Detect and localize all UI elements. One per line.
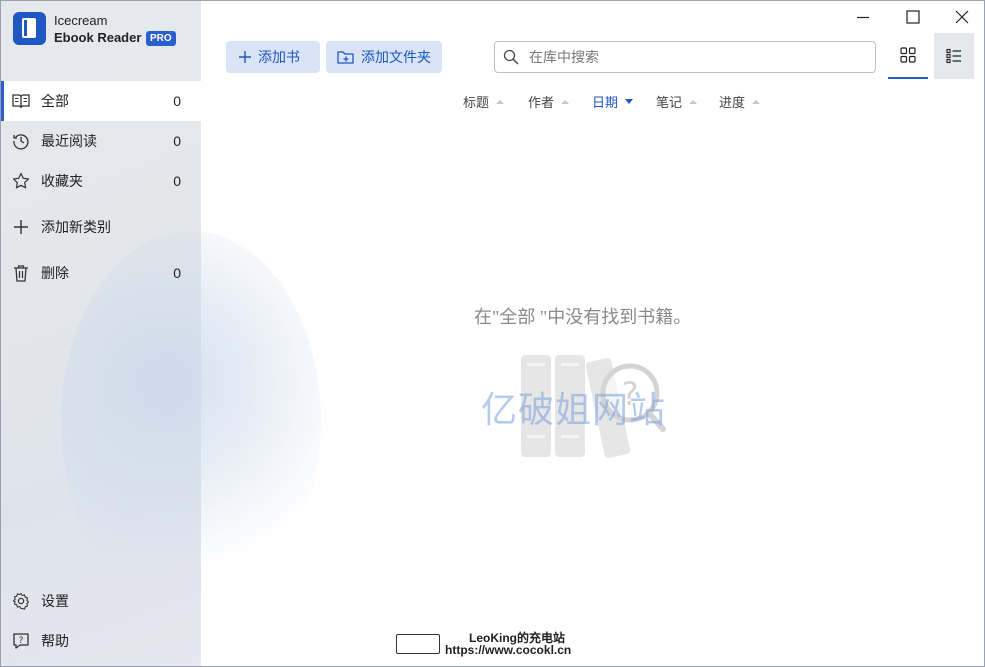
sort-arrow-icon	[752, 99, 761, 104]
star-icon	[12, 172, 30, 190]
sidebar-item-label: 删除	[41, 265, 69, 281]
help-icon: ?	[12, 632, 30, 650]
list-view-icon	[946, 48, 961, 64]
sort-by-title[interactable]: 标题	[463, 92, 505, 111]
folder-add-icon	[337, 50, 355, 65]
footer-watermark-url: https://www.cocokl.cn	[445, 643, 572, 657]
maximize-button[interactable]	[901, 5, 925, 29]
footer-watermark: LeoKing的充电站 https://www.cocokl.cn	[396, 629, 601, 665]
search-box[interactable]	[494, 41, 876, 73]
sidebar-item-count: 0	[173, 133, 181, 149]
sort-by-author[interactable]: 作者	[528, 92, 570, 111]
minimize-button[interactable]	[851, 5, 875, 29]
sort-label: 作者	[528, 95, 555, 110]
grid-view-icon	[900, 47, 916, 63]
sidebar-item-label: 添加新类别	[41, 219, 111, 235]
add-folder-label: 添加文件夹	[361, 49, 431, 65]
sidebar-item-count: 0	[173, 265, 181, 281]
list-view-button[interactable]	[934, 33, 974, 79]
app-name-line1: Icecream	[54, 13, 108, 28]
sidebar-item-label: 帮助	[41, 633, 69, 649]
sidebar-item-label: 最近阅读	[41, 133, 97, 149]
close-icon	[955, 10, 969, 24]
sidebar-item-favorites[interactable]: 收藏夹 0	[1, 161, 201, 201]
sidebar-item-recent[interactable]: 最近阅读 0	[1, 121, 201, 161]
app-window: Icecream Ebook Reader PRO 全部 0 最近阅读 0 收藏…	[0, 0, 985, 667]
search-input[interactable]	[527, 48, 861, 66]
sidebar-item-label: 收藏夹	[41, 173, 83, 189]
history-icon	[12, 132, 30, 150]
watermark-text: 亿破姐网站	[481, 389, 667, 430]
pro-badge: PRO	[146, 31, 176, 46]
gear-icon	[12, 592, 30, 610]
sort-label: 进度	[719, 95, 746, 110]
sort-arrow-icon	[561, 99, 570, 104]
plus-icon	[238, 50, 252, 64]
sort-arrow-icon	[496, 99, 505, 104]
app-logo-icon	[13, 12, 46, 45]
sidebar-item-settings[interactable]: 设置	[1, 581, 201, 621]
book-open-icon	[12, 92, 30, 110]
sidebar-item-add-category[interactable]: 添加新类别	[1, 207, 201, 247]
trash-icon	[12, 264, 30, 282]
add-folder-button[interactable]: 添加文件夹	[326, 41, 442, 73]
sort-label: 标题	[463, 95, 490, 110]
plus-icon	[12, 218, 30, 236]
sort-label: 笔记	[656, 95, 683, 110]
add-book-button[interactable]: 添加书	[226, 41, 320, 73]
search-icon	[503, 49, 519, 65]
sort-by-date[interactable]: 日期	[592, 92, 634, 111]
sort-by-progress[interactable]: 进度	[719, 92, 761, 111]
app-name-line2: Ebook Reader	[54, 30, 142, 45]
sort-arrow-down-icon	[625, 99, 634, 104]
sort-by-notes[interactable]: 笔记	[656, 92, 698, 111]
close-button[interactable]	[950, 5, 974, 29]
grid-view-button[interactable]	[888, 33, 928, 79]
sort-label: 日期	[592, 95, 619, 110]
svg-text:?: ?	[19, 636, 24, 646]
sidebar-item-trash[interactable]: 删除 0	[1, 253, 201, 293]
minimize-icon	[857, 16, 869, 19]
sidebar-item-count: 0	[173, 93, 181, 109]
sidebar-item-count: 0	[173, 173, 181, 189]
add-book-label: 添加书	[258, 49, 300, 65]
sort-arrow-icon	[689, 99, 698, 104]
sidebar-item-help[interactable]: ? 帮助	[1, 621, 201, 661]
maximize-icon	[906, 10, 920, 24]
empty-state-message: 在"全部 "中没有找到书籍。	[474, 307, 692, 327]
sidebar: Icecream Ebook Reader PRO 全部 0 最近阅读 0 收藏…	[1, 1, 321, 666]
sidebar-item-all[interactable]: 全部 0	[1, 81, 201, 121]
battery-logo-icon	[396, 634, 440, 654]
sidebar-item-label: 全部	[41, 93, 69, 109]
sidebar-item-label: 设置	[41, 593, 69, 609]
